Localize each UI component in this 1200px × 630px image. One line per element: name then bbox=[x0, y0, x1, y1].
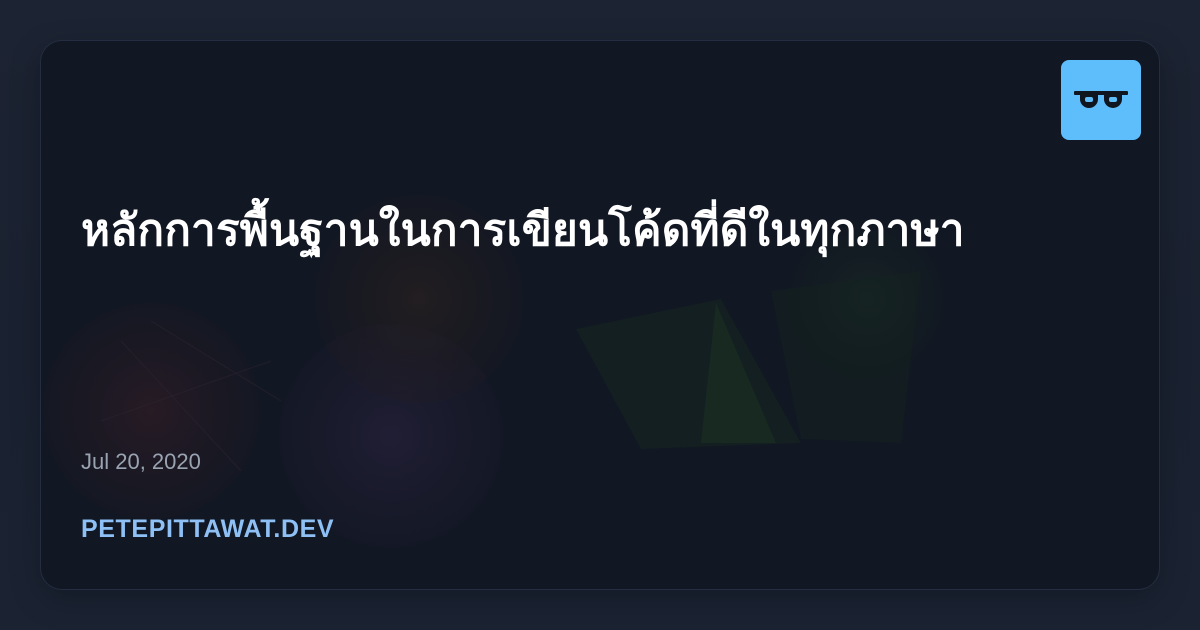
post-date: Jul 20, 2020 bbox=[81, 449, 201, 474]
post-title: หลักการพื้นฐานในการเขียนโค้ดที่ดีในทุกภา… bbox=[81, 205, 965, 256]
background-artwork bbox=[43, 195, 947, 548]
background-blob bbox=[43, 303, 259, 519]
site-logo[interactable] bbox=[1061, 60, 1141, 140]
site-name[interactable]: PETEPITTAWAT.DEV bbox=[81, 515, 334, 544]
background-shape bbox=[771, 271, 921, 443]
glasses-logo-icon bbox=[1074, 91, 1128, 108]
og-card: หลักการพื้นฐานในการเขียนโค้ดที่ดีในทุกภา… bbox=[40, 40, 1160, 590]
